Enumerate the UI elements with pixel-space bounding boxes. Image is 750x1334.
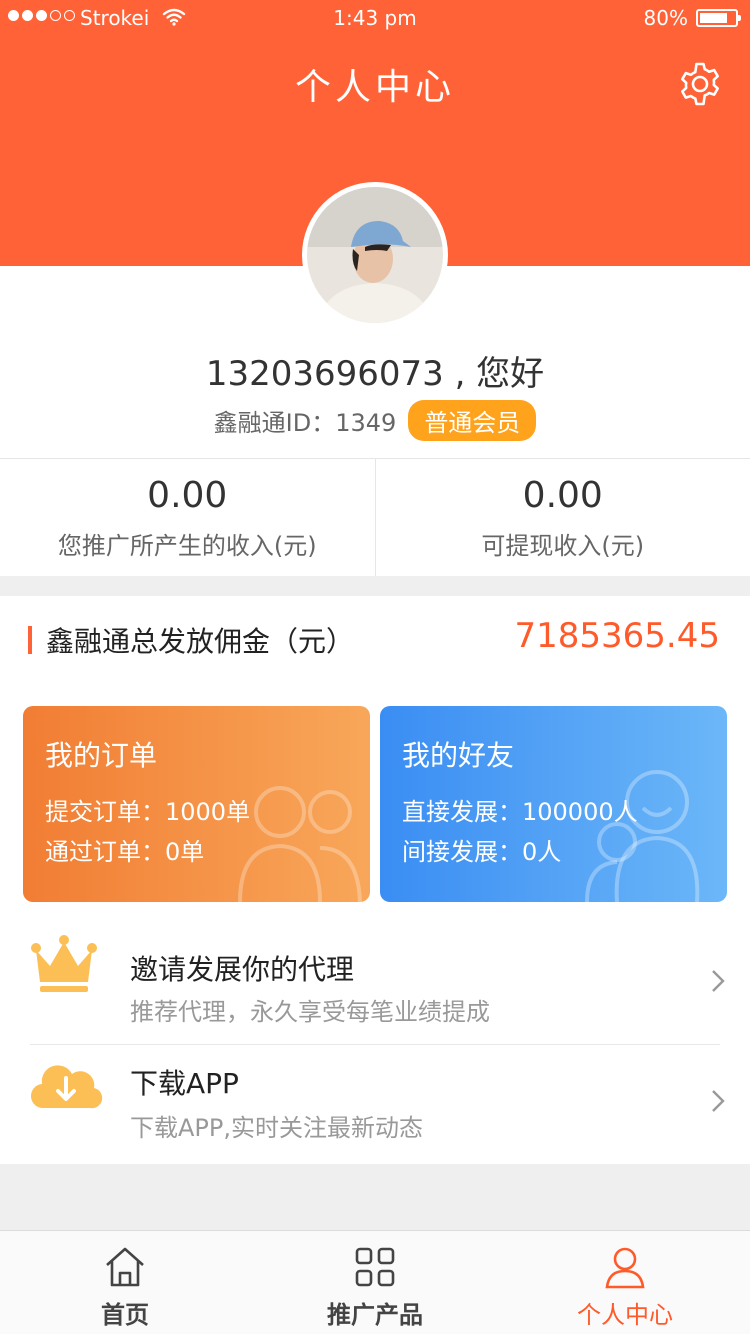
member-level-badge: 普通会员 (408, 400, 537, 441)
tab-profile-label: 个人中心 (577, 1301, 673, 1329)
user-greeting: 13203696073 , 您好 (205, 354, 545, 394)
promotion-income-value: 0.00 (147, 475, 228, 516)
chevron-right-icon (712, 970, 725, 992)
invite-agent-title: 邀请发展你的代理 (130, 953, 355, 986)
tab-bar: 首页 推广产品 个人中心 (0, 1230, 750, 1334)
invite-agent-subtitle: 推荐代理，永久享受每笔业绩提成 (130, 998, 490, 1026)
withdrawable-income-value: 0.00 (522, 475, 603, 516)
my-orders-card[interactable]: 我的订单 提交订单：1000单 通过订单：0单 (23, 706, 370, 902)
person-watermark-icon (238, 786, 362, 902)
clock: 1:43 pm (333, 6, 417, 30)
download-app-title: 下载APP (130, 1067, 239, 1100)
my-orders-title: 我的订单 (45, 739, 158, 772)
friends-watermark-icon (585, 770, 700, 902)
home-icon (106, 1247, 144, 1287)
avatar-photo (307, 187, 443, 323)
member-info: 鑫融通ID：1349 普通会员 (0, 400, 750, 441)
user-icon (605, 1247, 645, 1289)
battery-percent: 80% (643, 6, 688, 30)
promotion-income[interactable]: 0.00 您推广所产生的收入(元) (0, 459, 375, 576)
approved-orders: 通过订单：0单 (45, 838, 205, 866)
chevron-right-icon (712, 1090, 725, 1112)
withdrawable-income[interactable]: 0.00 可提现收入(元) (374, 459, 750, 576)
submitted-orders: 提交订单：1000单 (45, 798, 251, 826)
avatar[interactable] (302, 182, 448, 328)
cloud-download-icon (30, 1065, 103, 1109)
main-panel: 鑫融通总发放佣金（元） 7185365.45 我的订单 提交订单：1000单 通… (0, 596, 750, 1164)
invite-agent-item[interactable]: 邀请发展你的代理 推荐代理，永久享受每笔业绩提成 (0, 906, 750, 1026)
promotion-income-label: 您推广所产生的收入(元) (57, 532, 317, 560)
direct-referrals: 直接发展：100000人 (402, 798, 638, 826)
total-commission: 鑫融通总发放佣金（元） 7185365.45 (0, 596, 750, 686)
my-friends-card[interactable]: 我的好友 直接发展：100000人 间接发展：0人 (380, 706, 727, 902)
tab-products-label: 推广产品 (327, 1301, 423, 1329)
crown-icon (31, 935, 97, 992)
download-app-item[interactable]: 下载APP 下载APP,实时关注最新动态 (0, 1026, 750, 1146)
page-title: 个人中心 (294, 67, 455, 108)
indirect-referrals: 间接发展：0人 (402, 838, 562, 866)
total-commission-value: 7185365.45 (514, 616, 721, 656)
total-commission-label: 鑫融通总发放佣金（元） (46, 625, 355, 658)
tab-home[interactable]: 首页 (0, 1231, 250, 1334)
withdrawable-income-label: 可提现收入(元) (481, 532, 645, 560)
status-bar: Strokei 1:43 pm 80% (0, 0, 750, 36)
tab-products[interactable]: 推广产品 (250, 1231, 500, 1334)
section-marker (28, 626, 32, 654)
my-friends-title: 我的好友 (402, 739, 515, 772)
income-summary: 0.00 您推广所产生的收入(元) 0.00 可提现收入(元) (0, 458, 750, 576)
tab-home-label: 首页 (101, 1301, 149, 1329)
gear-icon[interactable] (676, 60, 724, 108)
download-app-subtitle: 下载APP,实时关注最新动态 (130, 1114, 423, 1142)
battery-icon (696, 9, 741, 27)
grid-icon (355, 1247, 395, 1287)
member-id: 鑫融通ID：1349 (213, 409, 397, 437)
tab-profile[interactable]: 个人中心 (500, 1231, 750, 1334)
